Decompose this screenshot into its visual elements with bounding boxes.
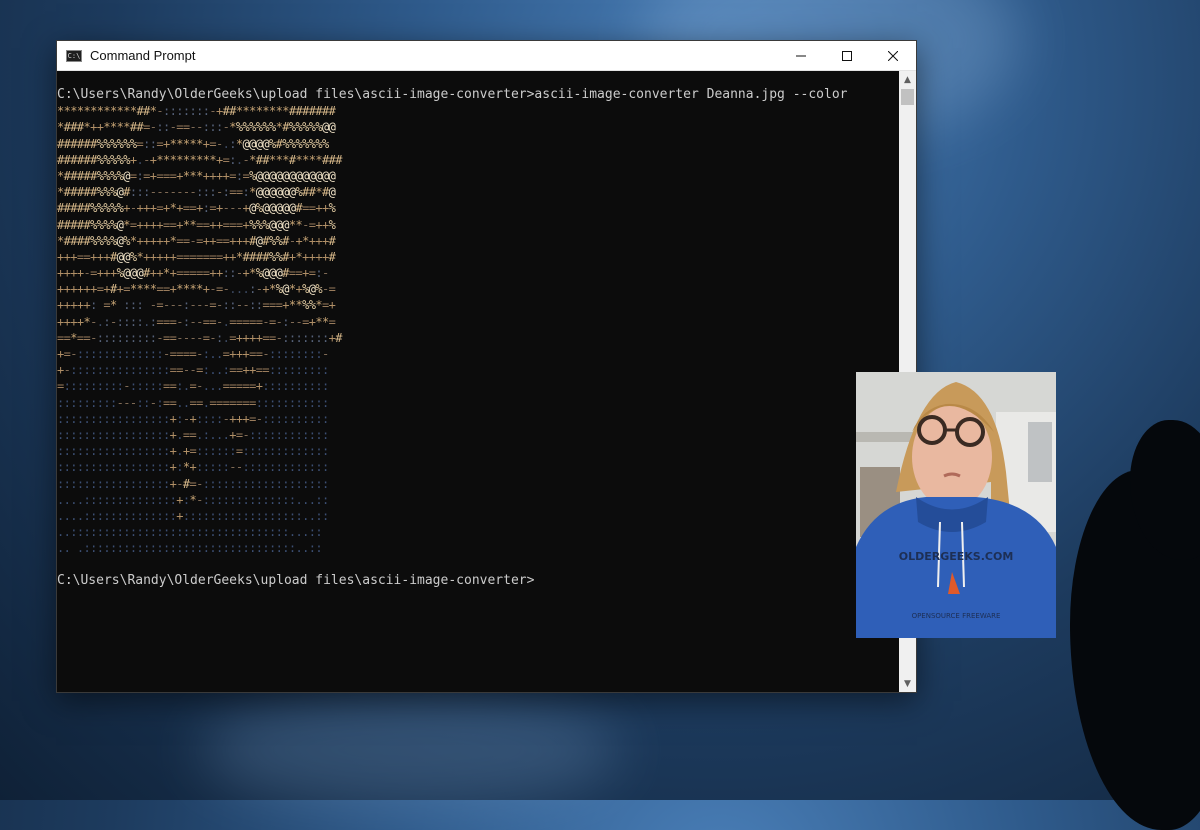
hoodie-subtext: OPENSOURCE FREEWARE [912,612,1001,620]
ascii-row: *####%%%%@%*+++++*==-=++==+++#@#%%#-+*++… [57,233,336,248]
ascii-row: :::::::::::::::::+-#=-::::::::::::::::::… [57,476,329,491]
ascii-row: ..:::::::::::::::::::::::::::::::::...:: [57,525,323,540]
ascii-row: +=-:::::::::::::-====-:..=+++==-::::::::… [57,347,329,361]
ascii-art-output: ************##*-:::::::-+##********#####… [57,103,898,556]
command-prompt-window: C:\ Command Prompt C:\Users\Randy\OlderG… [56,40,917,693]
maximize-button[interactable] [824,41,870,70]
prompt-line: C:\Users\Randy\OlderGeeks\upload files\a… [57,572,535,588]
ascii-row: :::::::::::::::::+.==.:...+=-:::::::::::… [57,427,329,442]
ascii-row: ==*==-:::::::::-==----=-:.=++++==-::::::… [57,330,342,345]
ascii-row: :::::::::---::-:==..==.=======::::::::::… [57,395,329,410]
ascii-row: =:::::::::-:::::==:.=-...=====+:::::::::… [57,379,329,394]
cmd-icon: C:\ [66,49,82,62]
ascii-row: ######%%%%%+.-+*********+=:.-*##***#****… [57,152,342,167]
ascii-row: .. .::::::::::::::::::::::::::::::::..:: [57,541,323,556]
ascii-row: ....::::::::::::::+::::::::::::::::::..:… [57,508,329,523]
close-button[interactable] [870,41,916,70]
console-output[interactable]: C:\Users\Randy\OlderGeeks\upload files\a… [57,71,898,692]
ascii-row: :::::::::::::::::+:*+:::::--::::::::::::… [57,460,329,475]
ascii-row: ************##*-:::::::-+##********#####… [57,104,336,119]
sky-cloud [200,690,620,810]
scroll-thumb[interactable] [901,89,914,105]
ascii-row: +++==+++#@@%*+++++=======++*####%%#+*+++… [57,249,336,264]
minimize-button[interactable] [778,41,824,70]
window-titlebar[interactable]: C:\ Command Prompt [57,41,916,71]
ascii-row: #####%%%%@*=++++==+**==++===+%%%@@@**-=+… [57,217,336,232]
woman-photo-illustration: OLDERGEEKS.COM OPENSOURCE FREEWARE [856,372,1056,638]
ascii-row: +++++: =* ::: -=---:---=-::--::===+**%%*… [57,298,336,313]
maximize-icon [842,50,852,61]
window-controls [778,41,916,70]
ascii-row: #####%%%%%+-+++=+*+==+:=+---+@%@@@@@#==+… [57,201,336,216]
close-icon [888,50,898,61]
source-photo: OLDERGEEKS.COM OPENSOURCE FREEWARE [856,372,1056,638]
ascii-row: ....::::::::::::::+:*-::::::::::::::...:… [57,492,329,507]
ascii-row: +-:::::::::::::::==--=:..:==++==::::::::… [57,363,329,378]
ascii-row: :::::::::::::::::+:-+::::-+++=-:::::::::… [57,411,329,426]
ascii-row: ######%%%%%%=::=+*****+=-.:*@@@@%#%%%%%%… [57,136,329,151]
command-line: C:\Users\Randy\OlderGeeks\upload files\a… [57,87,848,102]
ascii-row: *#####%%%%@=:=+===+***++++=:=%@@@@@@@@@@… [57,168,336,183]
ascii-row: *###*++****##=-::-==--:::-*%%%%%%*#%%%%%… [57,120,336,135]
minimize-icon [796,55,806,56]
hoodie-text: OLDERGEEKS.COM [899,550,1014,563]
window-title: Command Prompt [90,48,196,63]
ascii-row: *#####%%%@#:::-------:::-:==:*@@@@@@%##*… [57,185,336,200]
ascii-row: :::::::::::::::::+.+=::::::=::::::::::::… [57,444,329,459]
ascii-row: ++++++=+#+=****==+****+-=-...:-+*%@*+%@%… [57,282,336,297]
scroll-up-icon[interactable]: ▲ [899,71,916,88]
scroll-down-icon[interactable]: ▼ [899,675,916,692]
ascii-row: ++++*-.:-::::.:===-:--==-.=====-=-:--=+*… [57,314,336,329]
ascii-row: ++++-=+++%@@@#++*+=====++::-+*%@@@#==+=:… [57,266,329,281]
